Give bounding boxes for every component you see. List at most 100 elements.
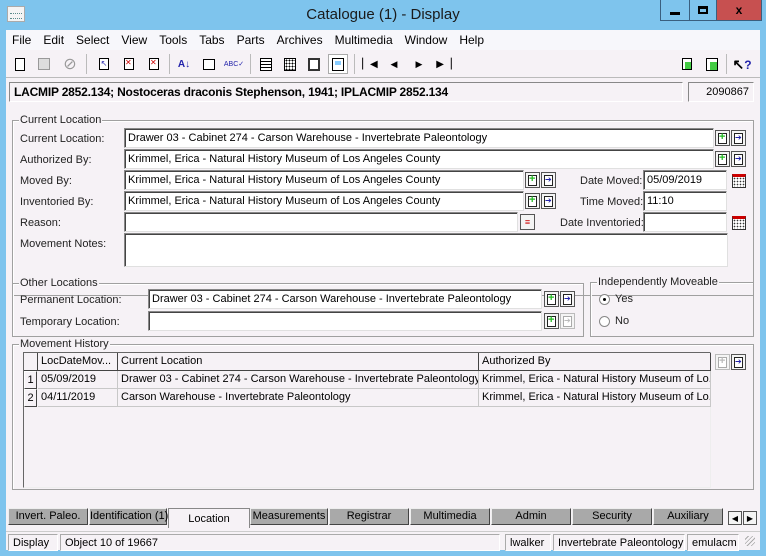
- close-icon: x: [735, 3, 743, 17]
- current-location-add-button[interactable]: [715, 130, 730, 146]
- movement-history-legend: Movement History: [19, 338, 110, 350]
- moved-by-field[interactable]: Krimmel, Erica - Natural History Museum …: [124, 170, 524, 190]
- temporary-location-goto-button[interactable]: [560, 313, 575, 329]
- cancel-button[interactable]: ⊘: [60, 54, 80, 74]
- permanent-location-add-button[interactable]: [544, 291, 559, 307]
- delete-record-button[interactable]: ✕: [119, 54, 139, 74]
- maximize-button[interactable]: [689, 0, 717, 21]
- moved-by-goto-button[interactable]: [541, 172, 556, 188]
- save-button[interactable]: [34, 54, 54, 74]
- menu-window[interactable]: Window: [399, 33, 454, 47]
- reason-lookup-button[interactable]: ≡: [520, 214, 535, 230]
- notes-button[interactable]: [199, 54, 219, 74]
- history-add-button[interactable]: [715, 354, 730, 370]
- spellcheck-button[interactable]: ABC✓: [224, 54, 244, 74]
- table-cell-date[interactable]: 04/11/2019: [38, 389, 118, 407]
- table-cell-location[interactable]: Carson Warehouse - Invertebrate Paleonto…: [118, 389, 479, 407]
- reason-field[interactable]: [124, 212, 518, 232]
- authorized-by-add-button[interactable]: [715, 151, 730, 167]
- new-record-button[interactable]: [10, 54, 30, 74]
- authorized-by-field[interactable]: Krimmel, Erica - Natural History Museum …: [124, 149, 714, 169]
- menu-view[interactable]: View: [115, 33, 153, 47]
- moved-by-add-button[interactable]: [525, 172, 540, 188]
- tab-measurements[interactable]: Measurements: [250, 508, 328, 525]
- tab-admin[interactable]: Admin: [491, 508, 571, 525]
- inventoried-by-add-button[interactable]: [525, 193, 540, 209]
- menu-file[interactable]: File: [6, 33, 37, 47]
- menu-edit[interactable]: Edit: [37, 33, 70, 47]
- moveable-no-label: No: [615, 315, 630, 327]
- tab-multimedia[interactable]: Multimedia: [410, 508, 490, 525]
- retrieve-icon: ↖: [99, 58, 109, 70]
- previous-record-button[interactable]: ◀: [384, 54, 404, 74]
- context-help-button[interactable]: ↖?: [732, 54, 752, 74]
- new-window-button[interactable]: [677, 54, 697, 74]
- history-goto-button[interactable]: [731, 354, 746, 370]
- close-button[interactable]: x: [716, 0, 762, 21]
- tab-identification[interactable]: Identification (1): [89, 508, 168, 525]
- inventoried-by-label: Inventoried By:: [20, 196, 94, 208]
- column-header-date[interactable]: LocDateMov...: [38, 353, 118, 371]
- date-moved-field[interactable]: 05/09/2019: [643, 170, 727, 190]
- date-inventoried-calendar-button[interactable]: [732, 216, 746, 230]
- row-number[interactable]: 1: [24, 371, 37, 389]
- temporary-location-field[interactable]: [148, 311, 542, 331]
- new-window-icon: [682, 58, 692, 70]
- table-cell-date[interactable]: 05/09/2019: [38, 371, 118, 389]
- resize-grip-icon[interactable]: [741, 534, 758, 551]
- last-record-button[interactable]: ▶▕: [434, 54, 454, 74]
- list-view-button[interactable]: [280, 54, 300, 74]
- first-record-button[interactable]: ▏◀: [360, 54, 380, 74]
- chevron-left-icon: ◀: [731, 513, 739, 523]
- discard-button[interactable]: ✕: [144, 54, 164, 74]
- menu-multimedia[interactable]: Multimedia: [329, 33, 399, 47]
- moveable-yes-label: Yes: [615, 293, 633, 305]
- menu-help[interactable]: Help: [453, 33, 490, 47]
- column-header-authorized[interactable]: Authorized By: [479, 353, 711, 371]
- tab-security[interactable]: Security: [572, 508, 652, 525]
- current-location-goto-button[interactable]: [731, 130, 746, 146]
- menu-parts[interactable]: Parts: [231, 33, 271, 47]
- table-cell-authorized[interactable]: Krimmel, Erica - Natural History Museum …: [479, 371, 711, 389]
- cancel-icon: ⊘: [63, 56, 77, 73]
- row-number[interactable]: 2: [24, 389, 37, 407]
- moveable-yes-radio[interactable]: [599, 294, 610, 305]
- app-client: File Edit Select View Tools Tabs Parts A…: [6, 30, 760, 551]
- movement-notes-label: Movement Notes:: [20, 238, 107, 250]
- image-view-button[interactable]: [328, 54, 348, 74]
- next-record-button[interactable]: ▶: [409, 54, 429, 74]
- date-moved-calendar-button[interactable]: [732, 174, 746, 188]
- menu-tabs[interactable]: Tabs: [193, 33, 230, 47]
- tab-invert-paleo[interactable]: Invert. Paleo.: [8, 508, 88, 525]
- inventoried-by-field[interactable]: Krimmel, Erica - Natural History Museum …: [124, 191, 524, 211]
- table-cell-authorized[interactable]: Krimmel, Erica - Natural History Museum …: [479, 389, 711, 407]
- movement-notes-field[interactable]: [124, 233, 728, 267]
- contact-sheet-button[interactable]: [304, 54, 324, 74]
- minimize-button[interactable]: [660, 0, 690, 21]
- current-location-field[interactable]: Drawer 03 - Cabinet 274 - Carson Warehou…: [124, 128, 714, 148]
- sort-button[interactable]: A↓: [174, 54, 194, 74]
- image-view-icon: [332, 57, 344, 71]
- time-moved-field[interactable]: 11:10: [643, 191, 727, 211]
- tab-auxiliary[interactable]: Auxiliary: [653, 508, 723, 525]
- menu-select[interactable]: Select: [70, 33, 115, 47]
- tab-scroll-left-button[interactable]: ◀: [728, 511, 742, 525]
- permanent-location-goto-button[interactable]: [560, 291, 575, 307]
- current-location-label: Current Location:: [20, 133, 105, 145]
- tab-scroll-right-button[interactable]: ▶: [743, 511, 757, 525]
- column-header-location[interactable]: Current Location: [118, 353, 479, 371]
- copy-window-button[interactable]: [702, 54, 722, 74]
- temporary-location-add-button[interactable]: [544, 313, 559, 329]
- menu-tools[interactable]: Tools: [153, 33, 193, 47]
- tab-registrar[interactable]: Registrar: [329, 508, 409, 525]
- retrieve-button[interactable]: ↖: [94, 54, 114, 74]
- page-view-button[interactable]: [256, 54, 276, 74]
- authorized-by-goto-button[interactable]: [731, 151, 746, 167]
- permanent-location-field[interactable]: Drawer 03 - Cabinet 274 - Carson Warehou…: [148, 289, 542, 309]
- moveable-no-radio[interactable]: [599, 316, 610, 327]
- date-inventoried-field[interactable]: [643, 212, 727, 232]
- tab-location[interactable]: Location: [168, 508, 250, 528]
- inventoried-by-goto-button[interactable]: [541, 193, 556, 209]
- table-cell-location[interactable]: Drawer 03 - Cabinet 274 - Carson Warehou…: [118, 371, 479, 389]
- menu-archives[interactable]: Archives: [271, 33, 329, 47]
